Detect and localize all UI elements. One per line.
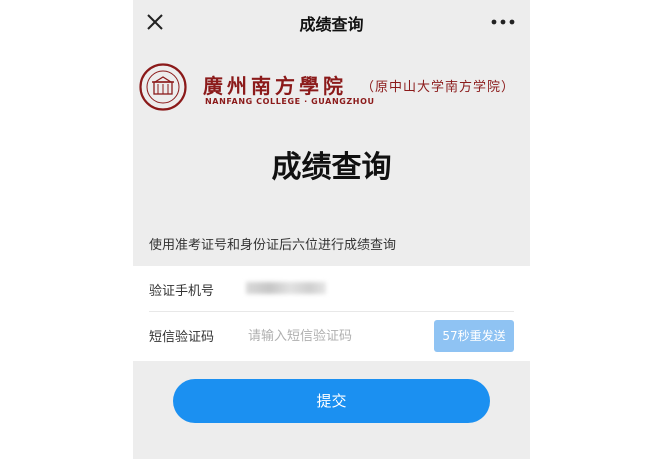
verification-form: 验证手机号 短信验证码 57秒重发送 — [133, 266, 530, 361]
school-former-name: （原中山大学南方学院） — [361, 80, 516, 95]
resend-code-button[interactable]: 57秒重发送 — [434, 320, 514, 352]
school-name-english: NANFANG COLLEGE · GUANGZHOU — [205, 97, 375, 106]
submit-button[interactable]: 提交 — [173, 379, 490, 423]
school-seal-logo — [139, 63, 187, 111]
sms-code-label: 短信验证码 — [149, 330, 215, 345]
page-content: 廣州南方學院 （原中山大学南方学院） NANFANG COLLEGE · GUA… — [133, 44, 530, 459]
nav-title: 成绩查询 — [299, 15, 364, 34]
navigation-bar: 成绩查询 — [133, 0, 530, 44]
sms-code-row: 短信验证码 57秒重发送 — [133, 312, 530, 359]
more-dots-icon[interactable] — [490, 12, 516, 32]
phone-row: 验证手机号 — [133, 266, 530, 313]
phone-screen: 成绩查询 廣州南方學院 （原中山大学南方学院） NANFANG COLLEGE … — [133, 0, 530, 459]
sms-code-input[interactable] — [246, 322, 420, 350]
instruction-text: 使用准考证号和身份证后六位进行成绩查询 — [149, 238, 397, 253]
school-banner: 廣州南方學院 （原中山大学南方学院） NANFANG COLLEGE · GUA… — [133, 44, 530, 220]
phone-number-value — [246, 282, 326, 294]
page-title: 成绩查询 — [271, 150, 392, 185]
school-name-chinese: 廣州南方學院 — [203, 74, 347, 98]
phone-label: 验证手机号 — [149, 284, 215, 299]
